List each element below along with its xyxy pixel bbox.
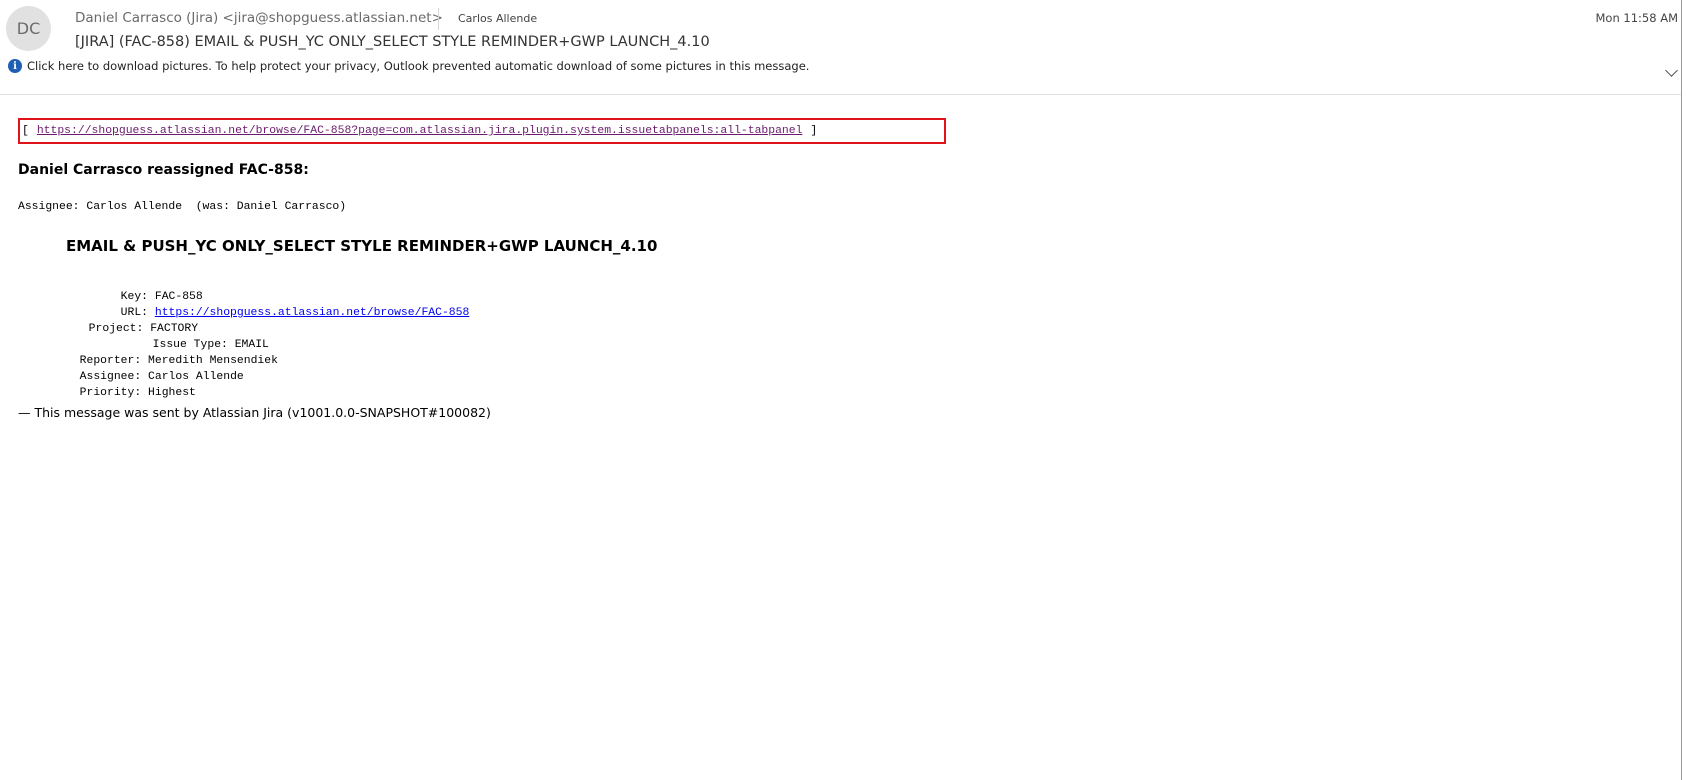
jira-footer: — This message was sent by Atlassian Jir…	[18, 405, 491, 420]
info-icon: i	[8, 59, 22, 73]
priority-field: Priority: Highest	[66, 375, 196, 399]
header-divider	[0, 94, 1681, 95]
email-subject: [JIRA] (FAC-858) EMAIL & PUSH_YC ONLY_SE…	[75, 34, 710, 50]
sender-avatar[interactable]: DC	[6, 6, 51, 51]
reassign-heading: Daniel Carrasco reassigned FAC-858:	[18, 162, 309, 178]
recipient-name[interactable]: Carlos Allende	[458, 12, 537, 25]
sender-address[interactable]: Daniel Carrasco (Jira) <jira@shopguess.a…	[75, 10, 443, 26]
vertical-scrollbar[interactable]	[1681, 0, 1694, 780]
bracket-open: [	[22, 125, 29, 137]
assignee-change-line: Assignee: Carlos Allende (was: Daniel Ca…	[18, 201, 347, 213]
issue-title: EMAIL & PUSH_YC ONLY_SELECT STYLE REMIND…	[66, 237, 658, 255]
header-separator	[438, 8, 439, 30]
priority-value: Highest	[148, 387, 196, 399]
chevron-down-icon[interactable]	[1665, 64, 1678, 77]
priority-label: Priority:	[79, 387, 142, 399]
download-pictures-infobar[interactable]: i Click here to download pictures. To he…	[8, 59, 809, 73]
highlighted-link-box: [ https://shopguess.atlassian.net/browse…	[18, 118, 946, 144]
issue-url-link[interactable]: https://shopguess.atlassian.net/browse/F…	[155, 307, 469, 319]
bracket-close: ]	[810, 125, 818, 137]
project-label: Project:	[88, 323, 144, 335]
infobar-text[interactable]: Click here to download pictures. To help…	[27, 59, 809, 73]
received-time: Mon 11:58 AM	[1595, 11, 1679, 25]
issue-all-tabpanel-link[interactable]: https://shopguess.atlassian.net/browse/F…	[37, 125, 803, 137]
